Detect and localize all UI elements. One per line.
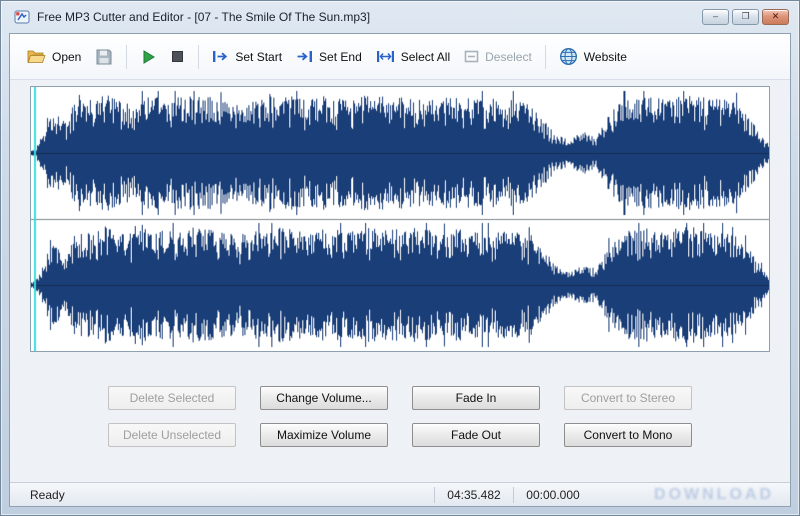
stop-icon <box>171 50 184 63</box>
set-start-icon <box>212 50 229 63</box>
set-start-button[interactable]: Set Start <box>205 45 289 69</box>
convert-to-stereo-button: Convert to Stereo <box>564 386 692 410</box>
select-all-label: Select All <box>401 50 450 64</box>
maximize-volume-button[interactable]: Maximize Volume <box>260 423 388 447</box>
window-title: Free MP3 Cutter and Editor - [07 - The S… <box>37 10 370 24</box>
app-icon <box>14 9 30 25</box>
play-button[interactable] <box>133 45 163 69</box>
globe-icon <box>559 47 578 66</box>
select-all-icon <box>376 50 395 63</box>
titlebar[interactable]: Free MP3 Cutter and Editor - [07 - The S… <box>1 1 799 33</box>
open-button[interactable]: Open <box>20 44 88 69</box>
status-text: Ready <box>10 488 434 502</box>
convert-to-mono-button[interactable]: Convert to Mono <box>564 423 692 447</box>
toolbar-separator <box>126 45 127 69</box>
open-label: Open <box>52 50 81 64</box>
save-icon <box>96 49 112 65</box>
set-end-label: Set End <box>319 50 362 64</box>
fade-out-button[interactable]: Fade Out <box>412 423 540 447</box>
app-window: Free MP3 Cutter and Editor - [07 - The S… <box>0 0 800 516</box>
waveform-panel <box>30 86 770 352</box>
set-end-icon <box>296 50 313 63</box>
minimize-button[interactable]: – <box>702 9 729 25</box>
select-all-button[interactable]: Select All <box>369 45 457 69</box>
play-icon <box>141 50 155 64</box>
deselect-label: Deselect <box>485 50 532 64</box>
toolbar-separator <box>545 45 546 69</box>
delete-selected-button: Delete Selected <box>108 386 236 410</box>
total-time: 04:35.482 <box>435 488 513 502</box>
client-area: Open <box>9 33 791 507</box>
edit-actions: Delete Selected Change Volume... Fade In… <box>10 386 790 447</box>
toolbar: Open <box>10 34 790 80</box>
stop-button[interactable] <box>163 45 192 68</box>
watermark: DOWNLOAD <box>592 486 790 504</box>
toolbar-separator <box>198 45 199 69</box>
waveform-canvas[interactable] <box>31 87 769 351</box>
maximize-button[interactable]: ❐ <box>732 9 759 25</box>
fade-in-button[interactable]: Fade In <box>412 386 540 410</box>
close-button[interactable]: ✕ <box>762 9 789 25</box>
set-end-button[interactable]: Set End <box>289 45 369 69</box>
change-volume-button[interactable]: Change Volume... <box>260 386 388 410</box>
website-label: Website <box>584 50 627 64</box>
set-start-label: Set Start <box>235 50 282 64</box>
website-button[interactable]: Website <box>552 42 634 71</box>
save-button <box>88 44 120 70</box>
deselect-button: Deselect <box>457 45 539 69</box>
delete-unselected-button: Delete Unselected <box>108 423 236 447</box>
position-time: 00:00.000 <box>514 488 592 502</box>
open-folder-icon <box>27 49 46 64</box>
status-bar: Ready 04:35.482 00:00.000 DOWNLOAD <box>10 482 790 506</box>
deselect-icon <box>464 50 479 63</box>
